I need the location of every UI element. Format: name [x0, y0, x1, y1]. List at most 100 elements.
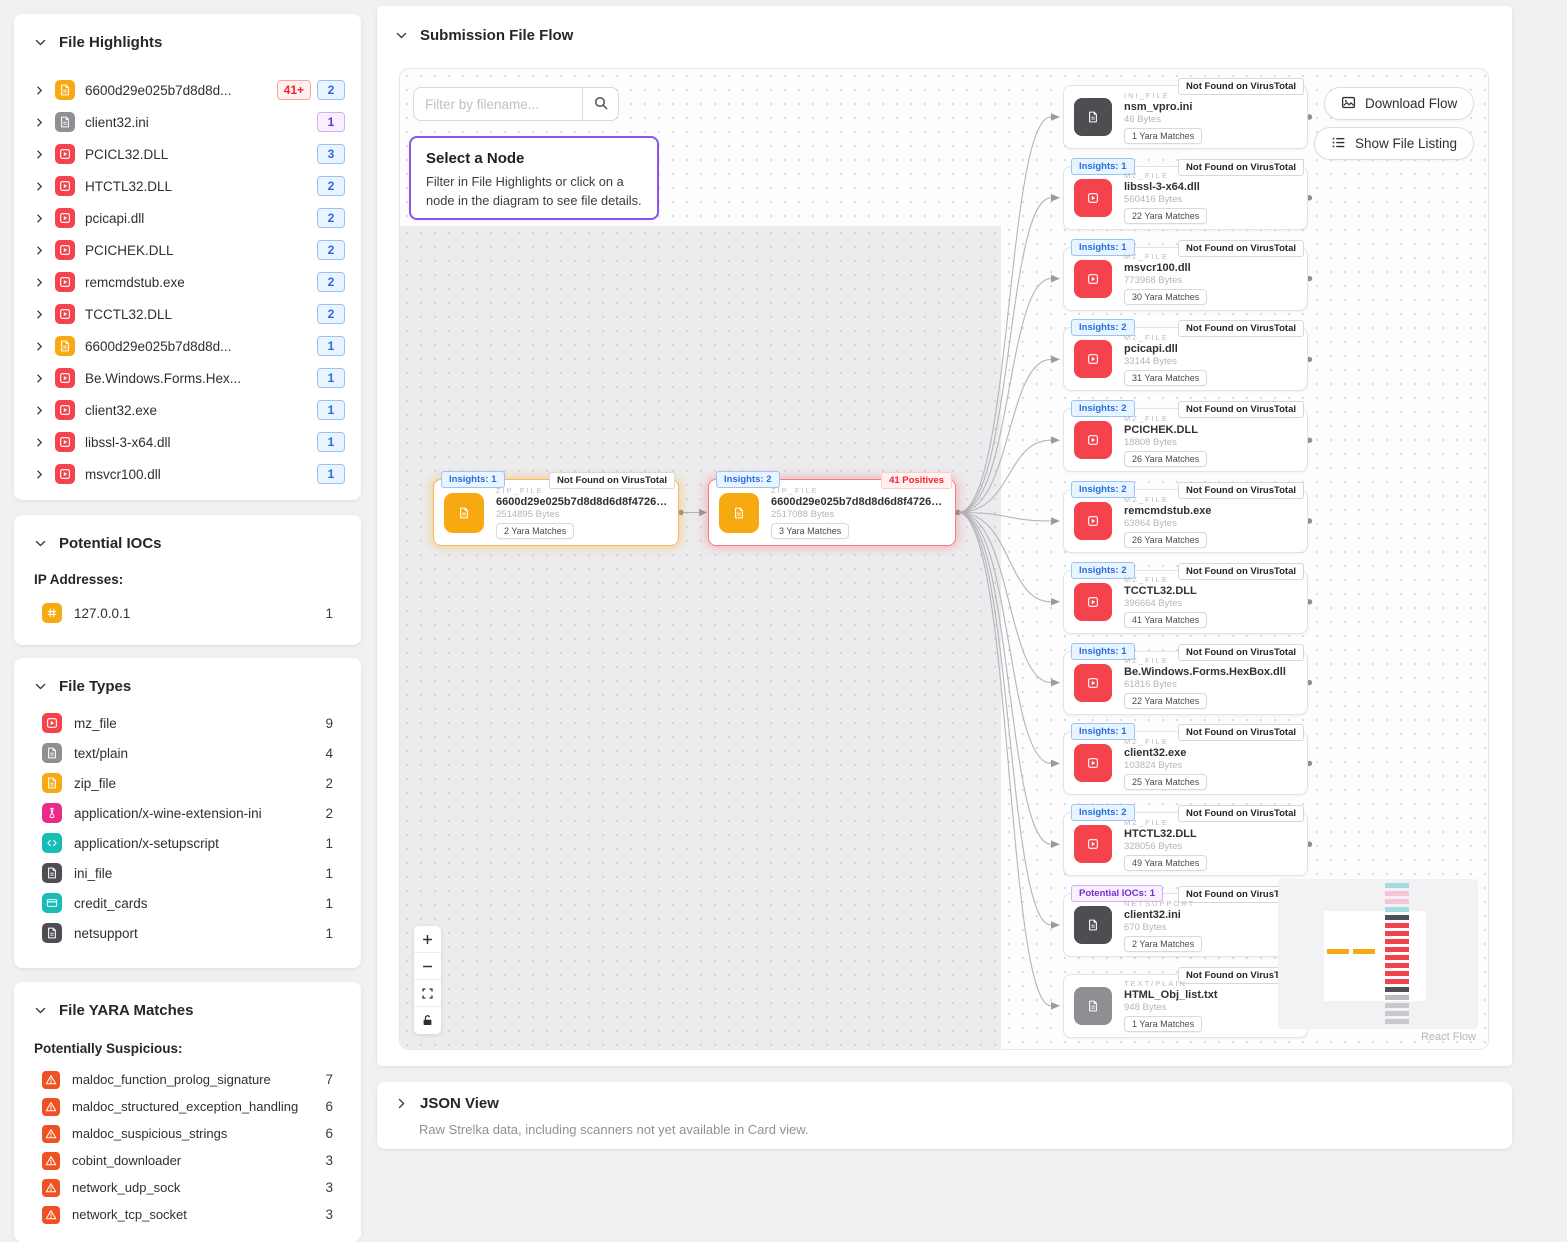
- flow-section-header[interactable]: Submission File Flow: [395, 27, 573, 44]
- yara-rule-row[interactable]: network_tcp_socket 3: [42, 1201, 339, 1228]
- search-button[interactable]: [582, 87, 619, 121]
- chevron-down-icon[interactable]: [395, 29, 408, 42]
- file-type-row[interactable]: mz_file 9: [42, 708, 339, 738]
- chevron-right-icon[interactable]: [34, 373, 46, 384]
- chevron-right-icon[interactable]: [34, 117, 46, 128]
- file-highlight-row[interactable]: HTCTL32.DLL 2: [34, 170, 345, 202]
- yara-rule-row[interactable]: cobint_downloader 3: [42, 1147, 339, 1174]
- file-node-card[interactable]: Insights: 2 Not Found on VirusTotal MZ_F…: [1063, 812, 1308, 876]
- yara-group-label: Potentially Suspicious:: [34, 1041, 183, 1056]
- file-node-card[interactable]: Insights: 2 Not Found on VirusTotal MZ_F…: [1063, 408, 1308, 472]
- zoom-in-button[interactable]: [414, 926, 441, 953]
- file-highlight-row[interactable]: Be.Windows.Forms.Hex... 1: [34, 362, 345, 394]
- file-highlight-row[interactable]: msvcr100.dll 1: [34, 458, 345, 490]
- zoom-out-button[interactable]: [414, 953, 441, 980]
- chevron-down-icon[interactable]: [34, 36, 47, 49]
- potential-iocs-header[interactable]: Potential IOCs: [34, 535, 162, 552]
- file-node-card[interactable]: Insights: 1 Not Found on VirusTotal MZ_F…: [1063, 651, 1308, 715]
- filter-input[interactable]: [413, 87, 582, 121]
- file-type-label: credit_cards: [74, 896, 317, 911]
- yara-rule-row[interactable]: maldoc_suspicious_strings 6: [42, 1120, 339, 1147]
- ioc-row[interactable]: 127.0.0.1 1: [42, 599, 339, 627]
- file-type-count: 1: [325, 866, 339, 881]
- chevron-right-icon[interactable]: [395, 1097, 408, 1110]
- yara-matches-chip[interactable]: 1 Yara Matches: [1124, 128, 1202, 144]
- yara-matches-chip[interactable]: 2 Yara Matches: [496, 523, 574, 539]
- chevron-right-icon[interactable]: [34, 277, 46, 288]
- download-flow-button[interactable]: Download Flow: [1324, 87, 1474, 120]
- lock-toggle-button[interactable]: [414, 1007, 441, 1034]
- file-type-label: ini_file: [74, 866, 317, 881]
- yara-rule-row[interactable]: maldoc_structured_exception_handling 6: [42, 1093, 339, 1120]
- chevron-right-icon[interactable]: [34, 341, 46, 352]
- yara-matches-chip[interactable]: 22 Yara Matches: [1124, 208, 1207, 224]
- chevron-right-icon[interactable]: [34, 213, 46, 224]
- file-node-card[interactable]: Insights: 2 Not Found on VirusTotal MZ_F…: [1063, 489, 1308, 553]
- yara-matches-chip[interactable]: 26 Yara Matches: [1124, 532, 1207, 548]
- chevron-down-icon[interactable]: [34, 680, 47, 693]
- file-highlight-row[interactable]: libssl-3-x64.dll 1: [34, 426, 345, 458]
- file-highlight-row[interactable]: client32.exe 1: [34, 394, 345, 426]
- file-highlight-row[interactable]: PCICL32.DLL 3: [34, 138, 345, 170]
- file-highlights-header[interactable]: File Highlights: [34, 34, 162, 51]
- file-type-row[interactable]: credit_cards 1: [42, 888, 339, 918]
- yara-matches-chip[interactable]: 41 Yara Matches: [1124, 612, 1207, 628]
- chevron-down-icon[interactable]: [34, 1004, 47, 1017]
- yara-rule-row[interactable]: network_udp_sock 3: [42, 1174, 339, 1201]
- file-highlight-row[interactable]: pcicapi.dll 2: [34, 202, 345, 234]
- chevron-right-icon[interactable]: [34, 85, 46, 96]
- chevron-right-icon[interactable]: [34, 405, 46, 416]
- file-node-card[interactable]: Insights: 1 Not Found on VirusTotal MZ_F…: [1063, 247, 1308, 311]
- fit-view-button[interactable]: [414, 980, 441, 1007]
- file-node-card[interactable]: Not Found on VirusTotal INI_FILE nsm_vpr…: [1063, 85, 1308, 149]
- file-highlight-row[interactable]: TCCTL32.DLL 2: [34, 298, 345, 330]
- image-icon: [1341, 95, 1356, 113]
- file-highlight-row[interactable]: 6600d29e025b7d8d8d... 41+ 2: [34, 74, 345, 106]
- extracted-zip-node[interactable]: Insights: 2 41 Positives ZIP_FILE 6600d2…: [708, 479, 956, 546]
- flow-minimap[interactable]: [1278, 879, 1478, 1029]
- file-highlight-row[interactable]: client32.ini 1: [34, 106, 345, 138]
- chevron-right-icon[interactable]: [34, 437, 46, 448]
- file-node-card[interactable]: Not Found on VirusTotal TEXT/PLAIN HTML_…: [1063, 974, 1308, 1038]
- chevron-down-icon[interactable]: [34, 537, 47, 550]
- json-view-header[interactable]: JSON View: [395, 1095, 499, 1112]
- row-badges: 2: [317, 272, 345, 292]
- file-highlight-row[interactable]: PCICHEK.DLL 2: [34, 234, 345, 266]
- file-node-card[interactable]: Insights: 2 Not Found on VirusTotal MZ_F…: [1063, 327, 1308, 391]
- chevron-right-icon[interactable]: [34, 149, 46, 160]
- yara-matches-chip[interactable]: 1 Yara Matches: [1124, 1016, 1202, 1032]
- file-types-header[interactable]: File Types: [34, 678, 131, 695]
- file-type-row[interactable]: text/plain 4: [42, 738, 339, 768]
- yara-header[interactable]: File YARA Matches: [34, 1002, 194, 1019]
- yara-matches-chip[interactable]: 3 Yara Matches: [771, 523, 849, 539]
- yara-matches-chip[interactable]: 22 Yara Matches: [1124, 693, 1207, 709]
- file-type-row[interactable]: application/x-wine-extension-ini 2: [42, 798, 339, 828]
- chevron-right-icon[interactable]: [34, 309, 46, 320]
- yara-rule-row[interactable]: maldoc_function_prolog_signature 7: [42, 1066, 339, 1093]
- chevron-right-icon[interactable]: [34, 181, 46, 192]
- yara-matches-chip[interactable]: 2 Yara Matches: [1124, 936, 1202, 952]
- flow-canvas[interactable]: Select a Node Filter in File Highlights …: [399, 68, 1489, 1050]
- root-zip-node[interactable]: Insights: 1 Not Found on VirusTotal ZIP_…: [433, 479, 679, 546]
- file-node-card[interactable]: Insights: 1 Not Found on VirusTotal MZ_F…: [1063, 731, 1308, 795]
- file-node-card[interactable]: Insights: 1 Not Found on VirusTotal MZ_F…: [1063, 166, 1308, 230]
- file-node-card[interactable]: Insights: 2 Not Found on VirusTotal MZ_F…: [1063, 570, 1308, 634]
- chevron-right-icon[interactable]: [34, 245, 46, 256]
- count-badge: 2: [317, 176, 345, 196]
- file-highlight-row[interactable]: 6600d29e025b7d8d8d... 1: [34, 330, 345, 362]
- yara-matches-chip[interactable]: 26 Yara Matches: [1124, 451, 1207, 467]
- file-type-row[interactable]: ini_file 1: [42, 858, 339, 888]
- yara-matches-chip[interactable]: 25 Yara Matches: [1124, 774, 1207, 790]
- file-type-row[interactable]: application/x-setupscript 1: [42, 828, 339, 858]
- file-node-card[interactable]: Potential IOCs: 1 Not Found on VirusTota…: [1063, 893, 1308, 957]
- chevron-right-icon[interactable]: [34, 469, 46, 480]
- show-file-listing-button[interactable]: Show File Listing: [1314, 127, 1474, 160]
- file-highlight-row[interactable]: remcmdstub.exe 2: [34, 266, 345, 298]
- minimap-viewport[interactable]: [1324, 911, 1426, 1001]
- file-type-row[interactable]: netsupport 1: [42, 918, 339, 948]
- row-badges: 41+ 2: [277, 80, 345, 100]
- file-type-row[interactable]: zip_file 2: [42, 768, 339, 798]
- yara-matches-chip[interactable]: 49 Yara Matches: [1124, 855, 1207, 871]
- yara-matches-chip[interactable]: 31 Yara Matches: [1124, 370, 1207, 386]
- yara-matches-chip[interactable]: 30 Yara Matches: [1124, 289, 1207, 305]
